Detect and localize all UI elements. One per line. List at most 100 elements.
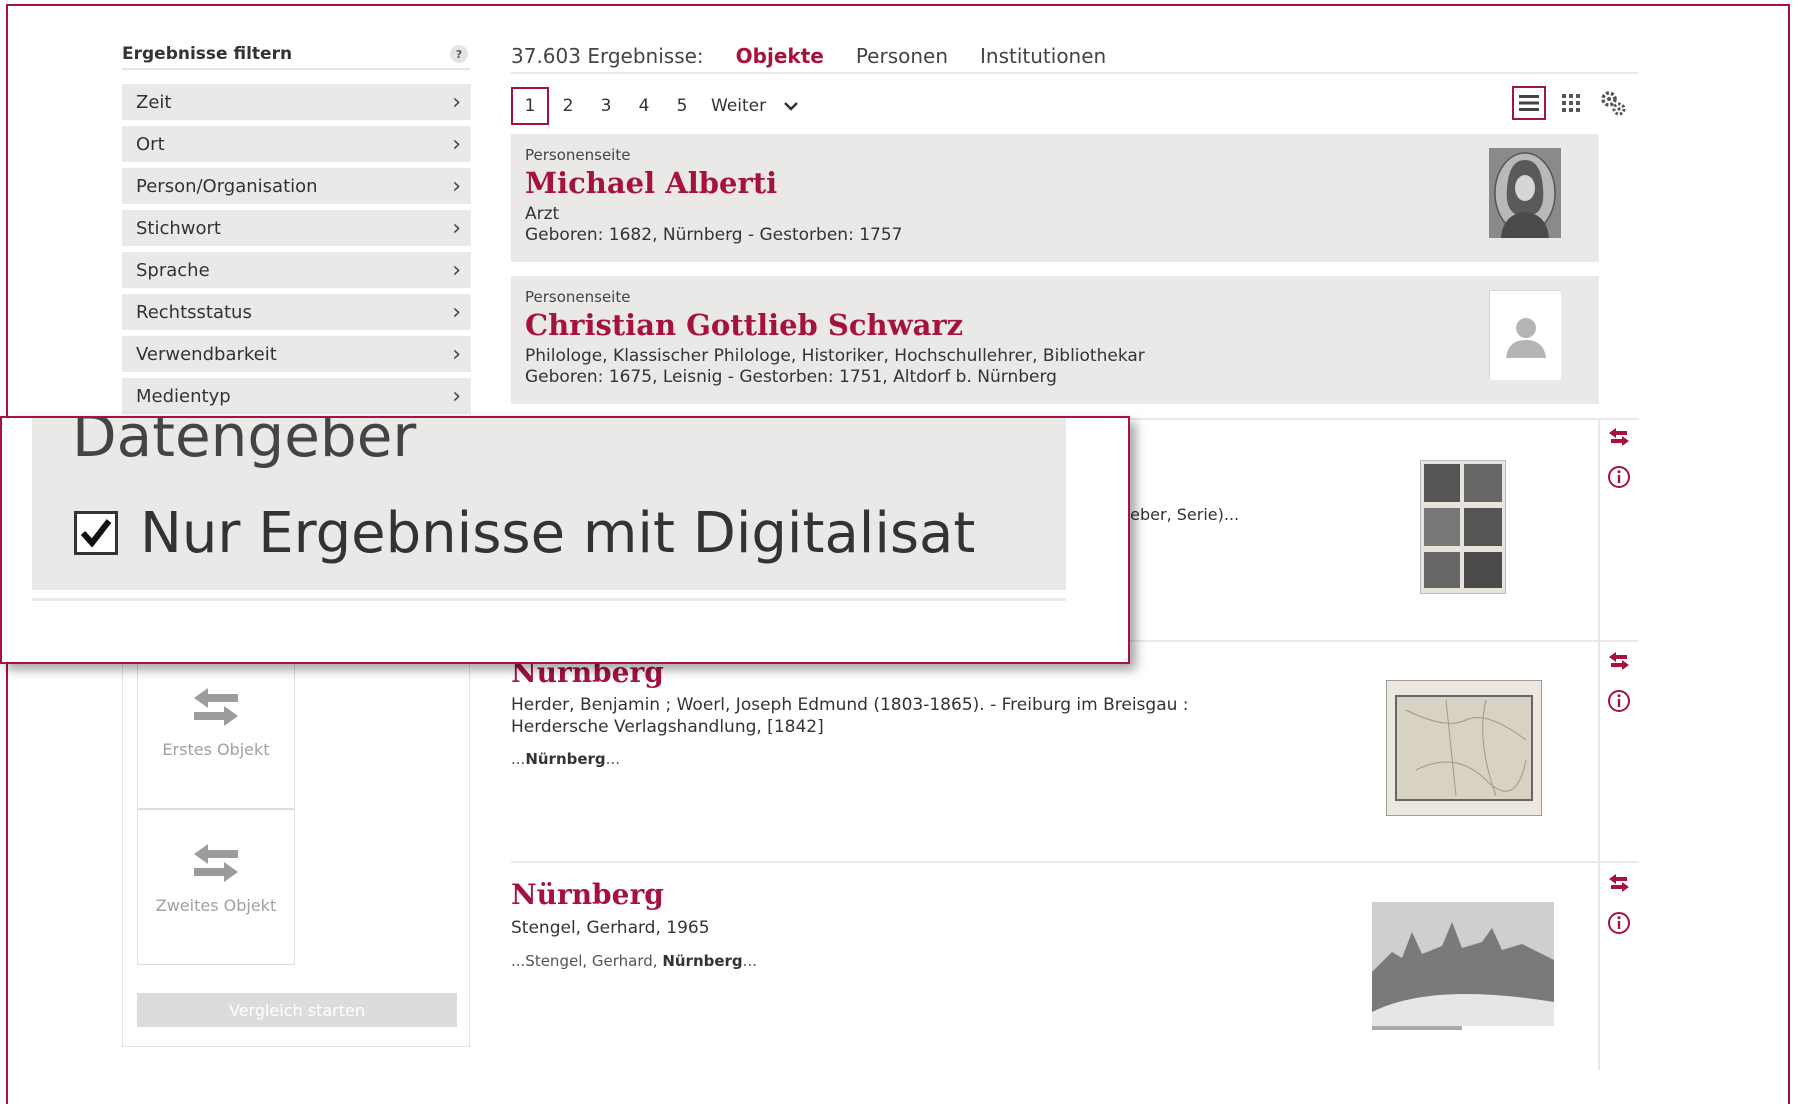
- results-header: 37.603 Ergebnisse: Objekte Personen Inst…: [511, 40, 1639, 74]
- settings-gears-icon[interactable]: [1596, 86, 1630, 120]
- filter-datengeber-zoomed[interactable]: Datengeber: [32, 416, 1066, 484]
- page-4[interactable]: 4: [625, 87, 663, 125]
- swap-arrows-icon: [194, 844, 238, 882]
- divider: [32, 598, 1066, 601]
- snippet-text: ...: [511, 750, 526, 768]
- filter-header: Ergebnisse filtern ?: [122, 40, 470, 70]
- tab-personen[interactable]: Personen: [856, 44, 948, 68]
- person-dates: Geboren: 1682, Nürnberg - Gestorben: 175…: [525, 225, 903, 245]
- person-portrait[interactable]: [1489, 148, 1561, 238]
- digitalisat-only-toggle[interactable]: Nur Ergebnisse mit Digitalisat: [32, 476, 1066, 590]
- digitalisat-checkbox[interactable]: [74, 511, 118, 555]
- object-actions: [1604, 648, 1634, 714]
- info-icon[interactable]: [1604, 910, 1634, 936]
- compare-arrows-icon[interactable]: [1604, 870, 1634, 896]
- object-actions: [1604, 424, 1634, 490]
- compare-arrows-icon[interactable]: [1604, 424, 1634, 450]
- chevron-right-icon: ›: [452, 131, 461, 157]
- filter-label: Verwendbarkeit: [136, 343, 277, 365]
- grid-view-icon[interactable]: [1554, 86, 1588, 120]
- person-profession: Philologe, Klassischer Philologe, Histor…: [525, 346, 1145, 366]
- pagination: 1 2 3 4 5 Weiter: [511, 86, 798, 126]
- compare-second-label: Zweites Objekt: [155, 896, 277, 915]
- filter-label: Zeit: [136, 91, 172, 113]
- compare-panel: Erstes Objekt Zweites Objekt Vergleich s…: [122, 640, 470, 1047]
- chevron-right-icon: ›: [452, 299, 461, 325]
- filter-label: Sprache: [136, 259, 210, 281]
- person-card[interactable]: Personenseite Christian Gottlieb Schwarz…: [511, 276, 1599, 404]
- result-count: 37.603 Ergebnisse:: [511, 44, 704, 68]
- compare-slot-first[interactable]: Erstes Objekt: [137, 653, 295, 809]
- info-icon[interactable]: [1604, 688, 1634, 714]
- filter-sprache[interactable]: Sprache ›: [122, 252, 471, 288]
- filter-label: Medientyp: [136, 385, 231, 407]
- object-meta-partial: geber, Serie)...: [1120, 505, 1240, 524]
- compare-arrows-icon[interactable]: [1604, 648, 1634, 674]
- snippet-text: ...: [605, 750, 620, 768]
- object-actions: [1604, 870, 1634, 936]
- page-2[interactable]: 2: [549, 87, 587, 125]
- swap-arrows-icon: [194, 688, 238, 726]
- chevron-down-icon: [784, 102, 798, 111]
- object-title[interactable]: Nürnberg: [511, 878, 664, 911]
- snippet-highlight: Nürnberg: [525, 750, 606, 768]
- page-3[interactable]: 3: [587, 87, 625, 125]
- object-snippet: ...Nürnberg...: [511, 750, 620, 768]
- help-icon[interactable]: ?: [450, 45, 468, 63]
- tab-objekte[interactable]: Objekte: [736, 44, 824, 68]
- filter-rechtsstatus[interactable]: Rechtsstatus ›: [122, 294, 471, 330]
- person-name[interactable]: Christian Gottlieb Schwarz: [525, 308, 1585, 342]
- digitalisat-label: Nur Ergebnisse mit Digitalisat: [140, 500, 976, 566]
- filter-stichwort[interactable]: Stichwort ›: [122, 210, 471, 246]
- divider: [511, 861, 1639, 863]
- person-profession: Arzt: [525, 204, 560, 224]
- zoom-callout: Datengeber Nur Ergebnisse mit Digitalisa…: [0, 416, 1130, 664]
- person-name[interactable]: Michael Alberti: [525, 166, 1585, 200]
- chevron-right-icon: ›: [452, 383, 461, 409]
- checkmark-icon: [80, 519, 112, 548]
- filter-label: Datengeber: [72, 416, 417, 470]
- chevron-right-icon: ›: [452, 89, 461, 115]
- filter-medientyp[interactable]: Medientyp ›: [122, 378, 471, 414]
- list-view-icon[interactable]: [1512, 86, 1546, 120]
- chevron-right-icon: ›: [452, 215, 461, 241]
- info-icon[interactable]: [1604, 464, 1634, 490]
- page-1[interactable]: 1: [511, 87, 549, 125]
- compare-first-label: Erstes Objekt: [162, 740, 270, 759]
- chevron-right-icon: ›: [452, 173, 461, 199]
- divider: [1598, 420, 1600, 1070]
- filter-verwendbarkeit[interactable]: Verwendbarkeit ›: [122, 336, 471, 372]
- user-icon: [1505, 317, 1546, 358]
- view-toggle: [1512, 86, 1630, 120]
- object-meta-line: Stengel, Gerhard, 1965: [511, 918, 710, 938]
- next-page-button[interactable]: Weiter: [711, 96, 798, 116]
- person-kind: Personenseite: [525, 288, 631, 306]
- compare-start-button[interactable]: Vergleich starten: [137, 993, 457, 1027]
- filter-label: Ort: [136, 133, 165, 155]
- object-thumbnail-map[interactable]: [1386, 680, 1542, 816]
- next-label: Weiter: [711, 96, 767, 116]
- page-5[interactable]: 5: [663, 87, 701, 125]
- snippet-text: ...: [742, 952, 757, 970]
- chevron-right-icon: ›: [452, 257, 461, 283]
- object-snippet: ...Stengel, Gerhard, Nürnberg...: [511, 952, 757, 970]
- filter-person-organisation[interactable]: Person/Organisation ›: [122, 168, 471, 204]
- chevron-right-icon: ›: [452, 341, 461, 367]
- object-meta-line: Herder, Benjamin ; Woerl, Joseph Edmund …: [511, 695, 1189, 715]
- filter-ort[interactable]: Ort ›: [122, 126, 471, 162]
- filter-label: Person/Organisation: [136, 175, 318, 197]
- snippet-text: ...Stengel, Gerhard,: [511, 952, 663, 970]
- filter-list: Zeit › Ort › Person/Organisation › Stichwor…: [122, 84, 471, 420]
- object-thumbnail-photo[interactable]: [1372, 902, 1554, 1032]
- filter-label: Stichwort: [136, 217, 221, 239]
- tab-institutionen[interactable]: Institutionen: [980, 44, 1106, 68]
- person-dates: Geboren: 1675, Leisnig - Gestorben: 1751…: [525, 367, 1057, 387]
- compare-slot-second[interactable]: Zweites Objekt: [137, 809, 295, 965]
- filter-title: Ergebnisse filtern: [122, 44, 293, 64]
- snippet-highlight: Nürnberg: [662, 952, 743, 970]
- person-kind: Personenseite: [525, 146, 631, 164]
- object-thumbnail[interactable]: [1420, 460, 1506, 594]
- filter-zeit[interactable]: Zeit ›: [122, 84, 471, 120]
- object-meta-line: Herdersche Verlagshandlung, [1842]: [511, 717, 824, 737]
- person-card[interactable]: Personenseite Michael Alberti Arzt Gebor…: [511, 134, 1599, 262]
